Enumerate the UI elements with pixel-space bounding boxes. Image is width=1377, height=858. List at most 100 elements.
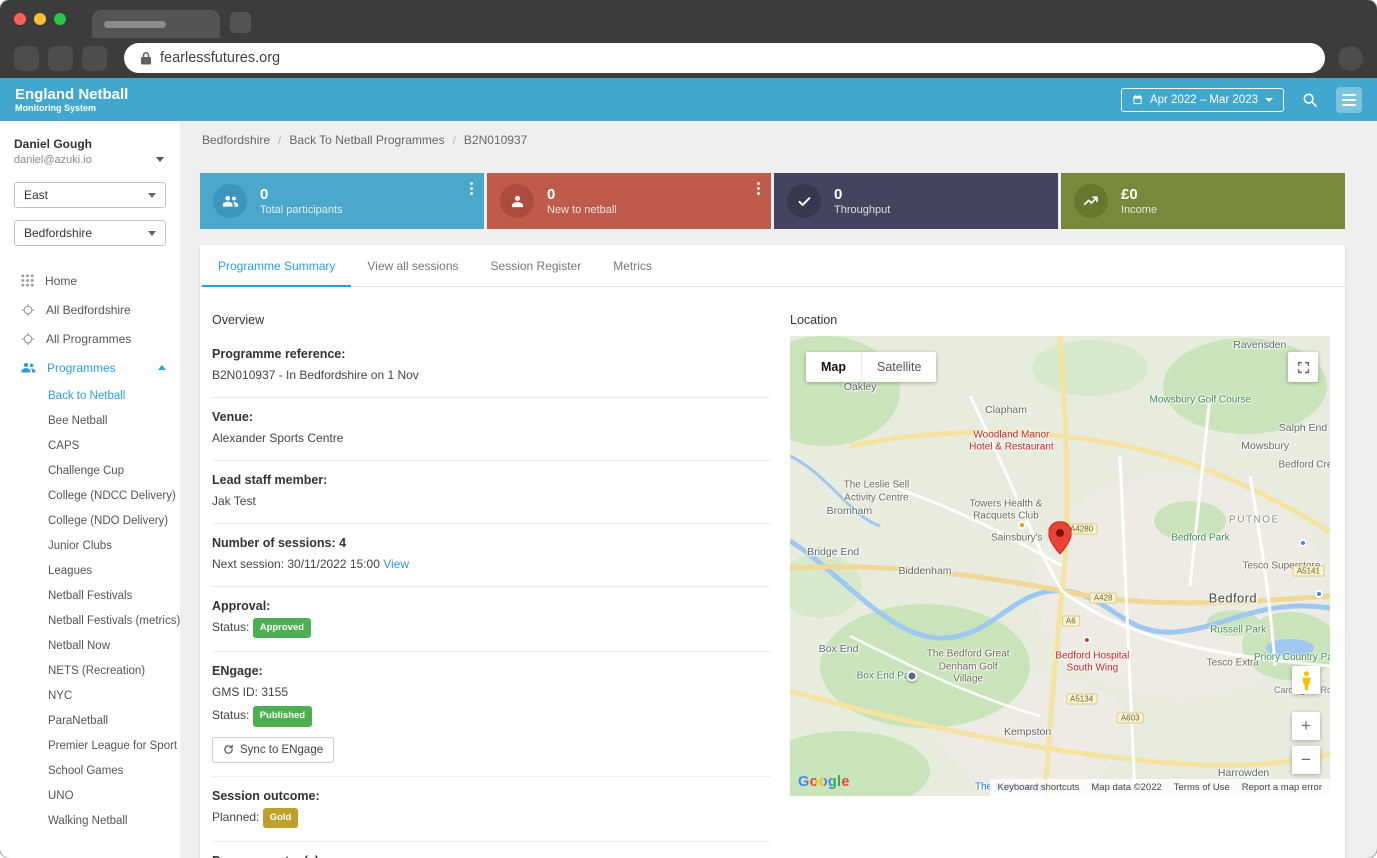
reload-button[interactable] [82, 46, 107, 71]
map-label: Bridge End [807, 546, 859, 558]
chevron-down-icon[interactable] [156, 157, 164, 162]
sidebar-programme-item[interactable]: Bee Netball [0, 409, 180, 434]
sidebar-programme-item[interactable]: College (NDCC Delivery) [0, 484, 180, 509]
sidebar-programme-item[interactable]: Netball Now [0, 634, 180, 659]
tab-metrics[interactable]: Metrics [597, 245, 668, 287]
sidebar-item-label: Home [45, 274, 77, 288]
list-menu-button[interactable] [1336, 87, 1362, 113]
sidebar-programme-item[interactable]: Walking Netball [0, 809, 180, 834]
map-label: Woodland Manor Hotel & Restaurant [967, 429, 1055, 454]
keyboard-shortcuts-link[interactable]: Keyboard shortcuts [998, 782, 1080, 793]
map-label: A5134 [1066, 694, 1097, 705]
breadcrumb-item[interactable]: B2N010937 [464, 133, 527, 147]
breadcrumb-item[interactable]: Back To Netball Programmes [289, 133, 444, 147]
status-label: Status: [212, 708, 249, 722]
zoom-control: + − [1292, 712, 1320, 774]
map-marker-circle-gray[interactable] [906, 671, 917, 682]
approval-field: Approval: Status: Approved [212, 587, 770, 652]
location-heading: Location [790, 313, 1330, 327]
sidebar-programme-item[interactable]: NYC [0, 684, 180, 709]
sidebar-programme-item[interactable]: School Games [0, 759, 180, 784]
location-target-icon [21, 303, 35, 317]
map-marker-pin-red[interactable] [1049, 521, 1072, 559]
field-label: Programme tag(s): [212, 854, 770, 858]
field-value: Alexander Sports Centre [212, 429, 770, 447]
sidebar-programme-item[interactable]: Netball Festivals [0, 584, 180, 609]
map-marker-dot-orange[interactable] [1018, 521, 1026, 529]
sidebar-programme-item[interactable]: ParaNetball [0, 709, 180, 734]
sidebar-programme-item[interactable]: Netball Festivals (metrics) [0, 609, 180, 634]
map-type-map-button[interactable]: Map [806, 352, 862, 382]
sidebar-programme-item[interactable]: Challenge Cup [0, 459, 180, 484]
view-session-link[interactable]: View [383, 557, 409, 571]
breadcrumb-item[interactable]: Bedfordshire [202, 133, 270, 147]
map-label: A6 [1062, 616, 1080, 627]
field-value: Jak Test [212, 492, 770, 510]
app-title-block: England Netball Monitoring System [15, 86, 128, 113]
sidebar-programme-item[interactable]: Junior Clubs [0, 534, 180, 559]
map-label: Bedford [1209, 591, 1257, 606]
fullscreen-button[interactable] [1288, 352, 1318, 382]
sidebar-item-programmes[interactable]: Programmes [0, 353, 180, 382]
map-label: Bedford Cremat [1279, 459, 1331, 470]
tab-bar: Programme Summary View all sessions Sess… [200, 245, 1345, 287]
search-icon[interactable] [1302, 92, 1318, 108]
sidebar-programme-item[interactable]: CAPS [0, 434, 180, 459]
field-label: Number of sessions: 4 [212, 536, 770, 550]
sidebar-programme-item[interactable]: Leagues [0, 559, 180, 584]
tab-view-all-sessions[interactable]: View all sessions [351, 245, 474, 287]
sidebar-item-label: All Programmes [46, 332, 131, 346]
sidebar-item-all-bedfordshire[interactable]: All Bedfordshire [0, 295, 180, 324]
region-select[interactable]: East [14, 182, 166, 208]
user-menu[interactable]: Daniel Gough daniel@azuki.io [0, 121, 180, 166]
stat-label: Income [1121, 204, 1157, 216]
kebab-menu-icon[interactable] [757, 182, 760, 195]
field-value: B2N010937 - In Bedfordshire on 1 Nov [212, 366, 770, 384]
maximize-button[interactable] [54, 13, 66, 25]
map-marker-dot-blue[interactable] [1315, 590, 1323, 598]
forward-button[interactable] [48, 46, 73, 71]
terms-link[interactable]: Terms of Use [1174, 782, 1230, 793]
report-error-link[interactable]: Report a map error [1242, 782, 1322, 793]
sidebar-item-all-programmes[interactable]: All Programmes [0, 324, 180, 353]
google-map[interactable]: RavensdenOakleyClaphamMowsbury Golf Cour… [790, 336, 1330, 796]
browser-tab[interactable] [92, 10, 220, 38]
minimize-button[interactable] [34, 13, 46, 25]
approved-badge: Approved [253, 618, 311, 638]
gold-badge: Gold [263, 808, 299, 828]
map-label: Priory Country Park [1254, 652, 1330, 665]
tab-session-register[interactable]: Session Register [475, 245, 598, 287]
area-select[interactable]: Bedfordshire [14, 220, 166, 246]
sidebar-programme-item[interactable]: College (NDO Delivery) [0, 509, 180, 534]
breadcrumb: Bedfordshire/Back To Netball Programmes/… [200, 133, 1345, 147]
back-button[interactable] [14, 46, 39, 71]
url-field[interactable]: fearlessfutures.org [124, 43, 1325, 73]
app-header: England Netball Monitoring System Apr 20… [0, 78, 1377, 121]
map-type-satellite-button[interactable]: Satellite [862, 352, 936, 382]
sidebar-programme-item[interactable]: NETS (Recreation) [0, 659, 180, 684]
kebab-menu-icon[interactable] [470, 182, 473, 195]
map-label: Mowsbury Golf Course [1150, 395, 1252, 406]
pegman-streetview-button[interactable] [1292, 666, 1320, 694]
breadcrumb-separator: / [278, 133, 281, 147]
map-marker-dot-blue[interactable] [1299, 539, 1307, 547]
date-range-button[interactable]: Apr 2022 – Mar 2023 [1121, 88, 1284, 112]
map-marker-dot-red[interactable] [1083, 636, 1091, 644]
url-text: fearlessfutures.org [160, 50, 280, 66]
map-label: Bromham [827, 505, 873, 517]
sidebar-item-home[interactable]: Home [0, 266, 180, 295]
browser-profile-button[interactable] [1338, 46, 1363, 71]
map-label: The Leslie Sell Activity Centre [832, 480, 920, 505]
sync-to-engage-button[interactable]: Sync to ENgage [212, 737, 334, 763]
sidebar-programme-item[interactable]: Premier League for Sport [0, 734, 180, 759]
zoom-in-button[interactable]: + [1292, 712, 1320, 740]
sidebar-programme-item[interactable]: Back to Netball [0, 384, 180, 409]
close-button[interactable] [14, 13, 26, 25]
new-tab-button[interactable] [230, 12, 251, 33]
area-select-value: Bedfordshire [24, 226, 92, 240]
user-name: Daniel Gough [14, 137, 166, 151]
tab-programme-summary[interactable]: Programme Summary [202, 245, 351, 287]
zoom-out-button[interactable]: − [1292, 746, 1320, 774]
sidebar-programme-item[interactable]: UNO [0, 784, 180, 809]
stat-value: £0 [1121, 186, 1157, 205]
